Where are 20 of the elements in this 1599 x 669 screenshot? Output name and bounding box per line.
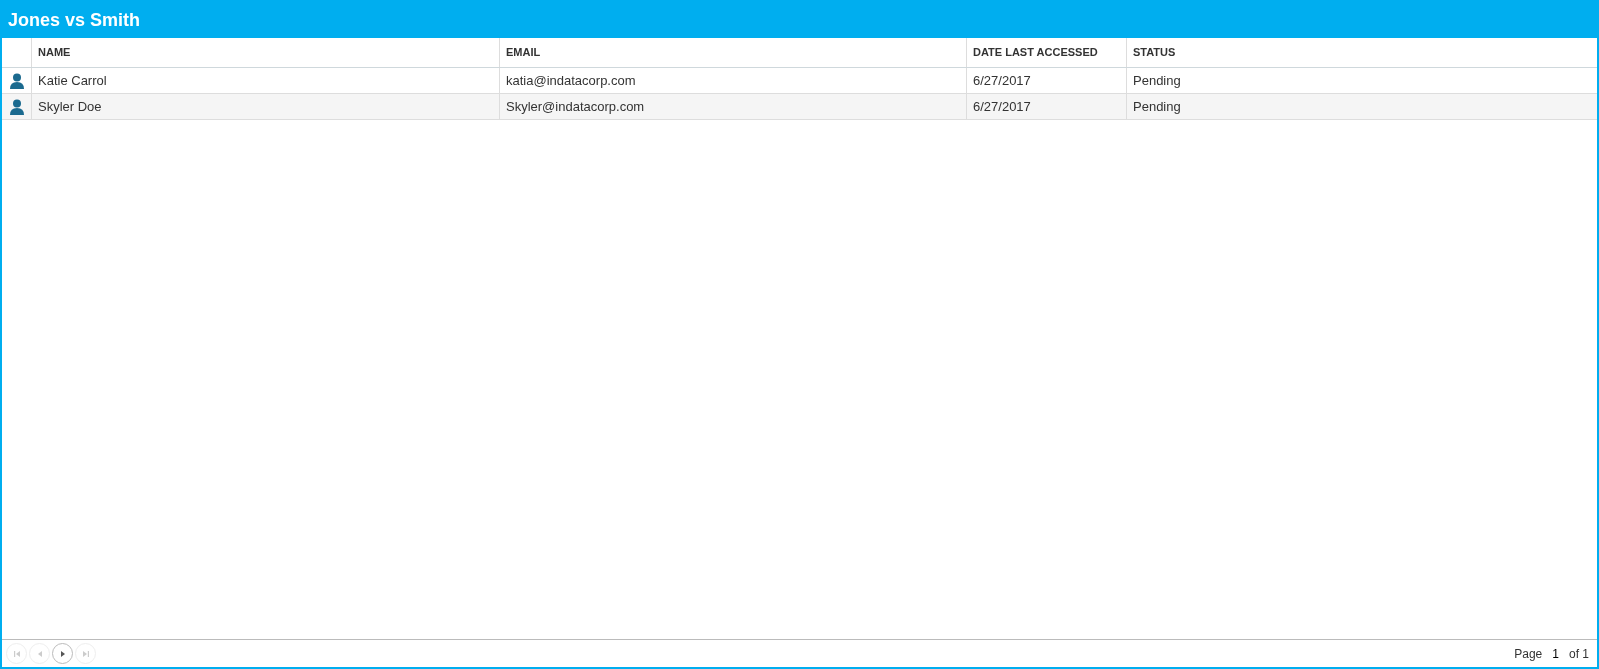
user-icon bbox=[9, 98, 24, 115]
table-cell-text: Katie Carrol bbox=[38, 71, 107, 90]
page-number[interactable]: 1 bbox=[1552, 644, 1559, 663]
table-cell-text: Pending bbox=[1133, 71, 1181, 90]
table-row[interactable]: Katie Carrol katia@indatacorp.com 6/27/2017 Pending bbox=[2, 68, 1597, 94]
column-header[interactable]: EMAIL bbox=[506, 44, 541, 61]
window-title: Jones vs Smith bbox=[8, 8, 141, 32]
page-count: of 1 bbox=[1569, 645, 1589, 663]
column-header[interactable]: NAME bbox=[38, 44, 71, 61]
page-label: Page bbox=[1514, 645, 1543, 663]
user-icon bbox=[9, 72, 24, 89]
table-cell-text: 6/27/2017 bbox=[973, 71, 1031, 90]
table-cell-text: Skyler@indatacorp.com bbox=[506, 97, 645, 116]
table-row[interactable]: Skyler Doe Skyler@indatacorp.com 6/27/2017 Pending bbox=[2, 94, 1597, 120]
column-header[interactable]: STATUS bbox=[1133, 44, 1176, 61]
table-cell-text: Skyler Doe bbox=[38, 97, 102, 116]
table-cell-text: Pending bbox=[1133, 97, 1181, 116]
table-cell-text: 6/27/2017 bbox=[973, 97, 1031, 116]
table-cell-text: katia@indatacorp.com bbox=[506, 71, 636, 90]
column-header[interactable]: DATE LAST ACCESSED bbox=[973, 44, 1098, 61]
